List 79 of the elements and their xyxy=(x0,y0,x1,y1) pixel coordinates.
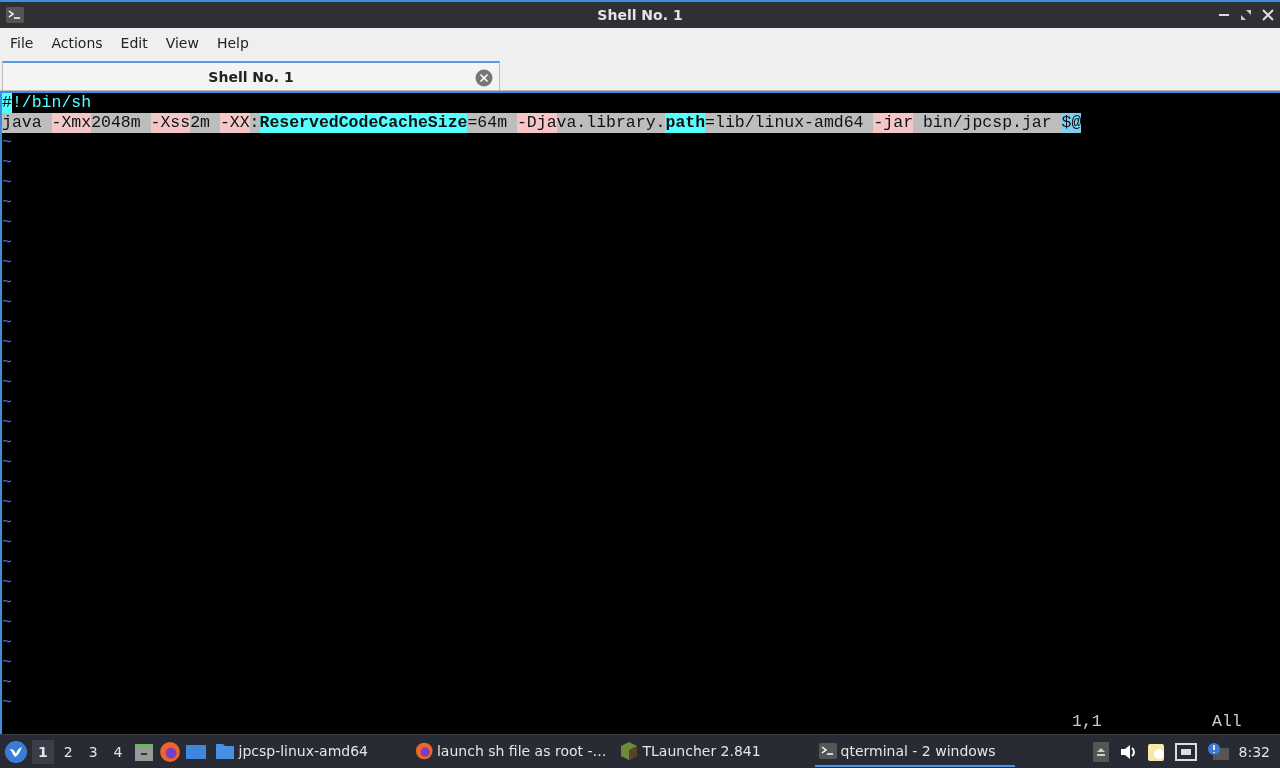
empty-line-marker: ~ xyxy=(2,493,12,513)
taskbar-button[interactable]: jpcsp-linux-amd64 xyxy=(210,736,407,767)
maximize-icon[interactable] xyxy=(1240,9,1252,21)
code-text: -Xmx xyxy=(51,113,92,133)
empty-line-marker: ~ xyxy=(2,513,12,533)
code-text: 2048m xyxy=(91,113,151,133)
empty-line-marker: ~ xyxy=(2,393,12,413)
empty-line-marker: ~ xyxy=(2,213,12,233)
code-text: =64m xyxy=(467,113,517,133)
empty-line-marker: ~ xyxy=(2,333,12,353)
folder-icon xyxy=(214,741,235,760)
code-text: -jar xyxy=(873,113,914,133)
desktop-switch[interactable]: 2 xyxy=(57,739,79,764)
empty-line-marker: ~ xyxy=(2,653,12,673)
menu-item[interactable]: View xyxy=(159,35,205,51)
code-text: ReservedCodeCacheSize xyxy=(259,113,468,133)
code-text: va.library. xyxy=(556,113,666,133)
code-text: -XX xyxy=(219,113,250,133)
empty-line-marker: ~ xyxy=(2,153,12,173)
empty-line-marker: ~ xyxy=(2,253,12,273)
taskbar-button[interactable]: qterminal - 2 windows xyxy=(814,736,1015,767)
empty-line-marker: ~ xyxy=(2,673,12,693)
code-text: 2m xyxy=(190,113,220,133)
close-icon[interactable] xyxy=(475,69,493,87)
menu-item[interactable]: Edit xyxy=(114,35,154,51)
terminal-icon xyxy=(6,7,24,23)
code-text: -Dja xyxy=(516,113,557,133)
start-menu-icon[interactable] xyxy=(4,739,28,764)
empty-line-marker: ~ xyxy=(2,453,12,473)
empty-line-marker: ~ xyxy=(2,613,12,633)
taskbar-button[interactable]: launch sh file as root -… xyxy=(410,736,611,767)
scroll-position: All xyxy=(1212,712,1242,732)
code-text: !/bin/sh xyxy=(11,93,92,113)
desktop-switch[interactable]: 4 xyxy=(107,739,129,764)
code-text: # xyxy=(2,93,12,113)
taskbar-button[interactable]: TLauncher 2.841 xyxy=(614,736,811,767)
empty-line-marker: ~ xyxy=(2,353,12,373)
tab[interactable]: Shell No. 1 xyxy=(2,61,500,90)
clipboard-icon[interactable] xyxy=(1146,741,1165,762)
empty-line-marker: ~ xyxy=(2,273,12,293)
code-text: -Xss xyxy=(150,113,191,133)
volume-icon[interactable] xyxy=(1118,742,1137,761)
code-text: path xyxy=(665,113,706,133)
empty-line-marker: ~ xyxy=(2,533,12,553)
clock: 8:32 xyxy=(1238,743,1270,760)
empty-line-marker: ~ xyxy=(2,373,12,393)
network-icon[interactable] xyxy=(1174,742,1197,761)
code-text: =lib/linux-amd64 xyxy=(705,113,874,133)
empty-line-marker: ~ xyxy=(2,433,12,453)
browser-icon[interactable] xyxy=(158,740,181,763)
cursor-position: 1,1 xyxy=(1072,712,1102,732)
menu-item[interactable]: File xyxy=(4,35,40,51)
code-text: : xyxy=(249,113,260,133)
menu-item[interactable]: Actions xyxy=(45,35,109,51)
desktop-switch[interactable]: 1 xyxy=(32,739,54,764)
window-title: Shell No. 1 xyxy=(597,7,683,23)
empty-line-marker: ~ xyxy=(2,173,12,193)
empty-line-marker: ~ xyxy=(2,633,12,653)
notification-icon[interactable] xyxy=(1206,741,1229,762)
desktop-switch[interactable]: 3 xyxy=(82,739,104,764)
empty-line-marker: ~ xyxy=(2,593,12,613)
empty-line-marker: ~ xyxy=(2,413,12,433)
empty-line-marker: ~ xyxy=(2,553,12,573)
empty-line-marker: ~ xyxy=(2,473,12,493)
terminal-icon xyxy=(818,742,837,759)
browser-icon xyxy=(414,740,433,761)
empty-line-marker: ~ xyxy=(2,193,12,213)
empty-line-marker: ~ xyxy=(2,693,12,713)
code-text: java xyxy=(2,113,52,133)
empty-line-marker: ~ xyxy=(2,293,12,313)
empty-line-marker: ~ xyxy=(2,573,12,593)
empty-line-marker: ~ xyxy=(2,313,12,333)
cube-icon xyxy=(618,740,639,761)
code-text: $@ xyxy=(1061,113,1082,133)
empty-line-marker: ~ xyxy=(2,233,12,253)
code-text: bin/jpcsp.jar xyxy=(913,113,1062,133)
empty-line-marker: ~ xyxy=(2,133,12,153)
menu-item[interactable]: Help xyxy=(210,35,255,51)
close-icon[interactable] xyxy=(1262,9,1274,21)
